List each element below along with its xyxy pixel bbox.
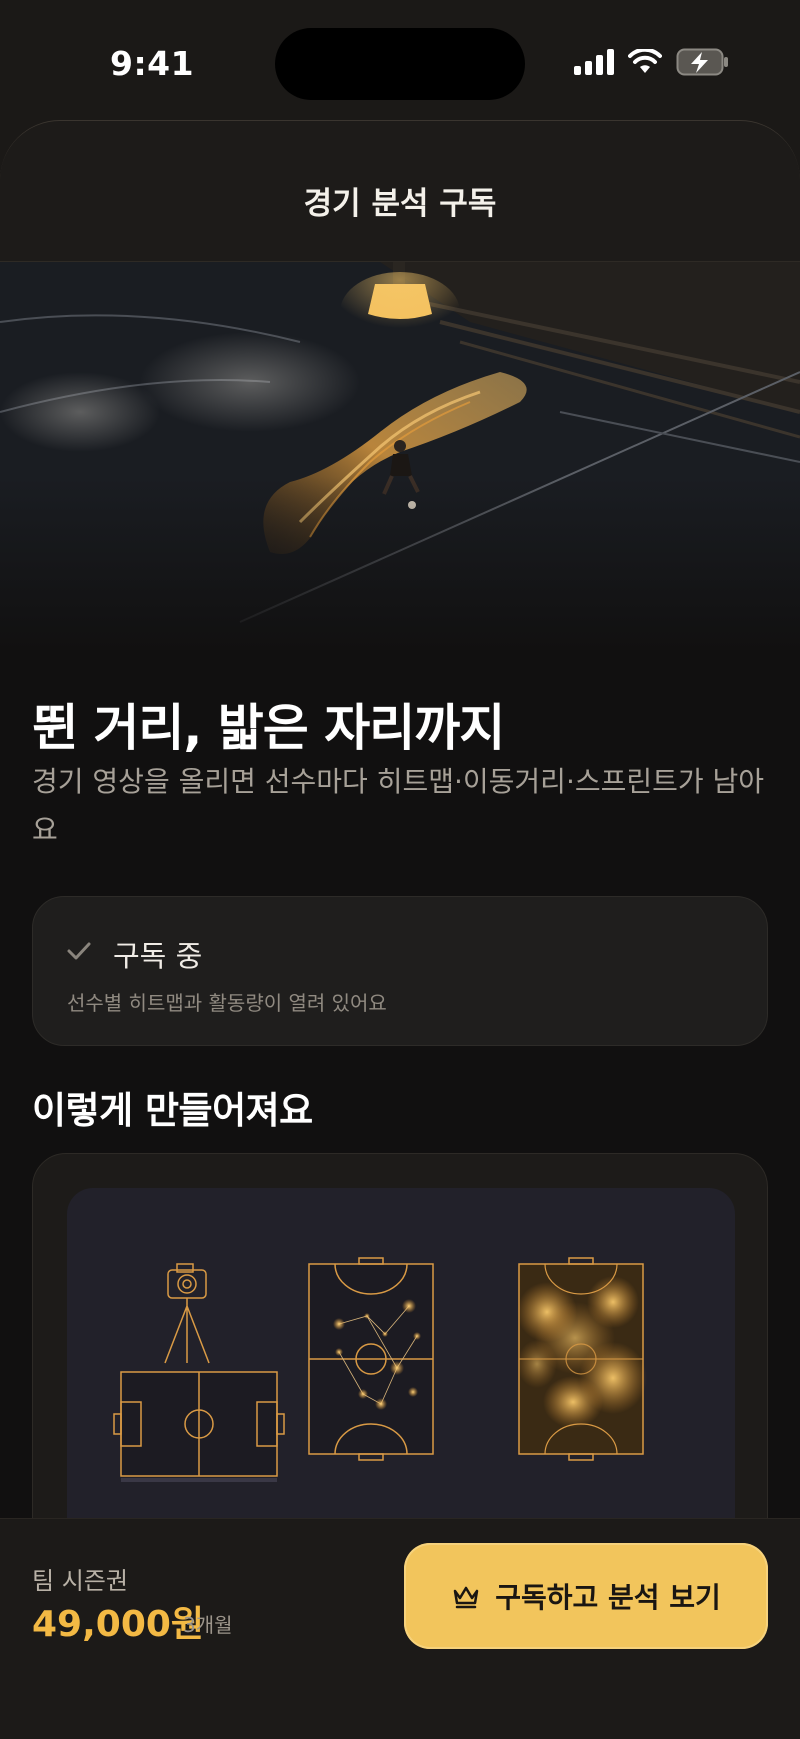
status-bar: 9:41 (0, 0, 800, 120)
status-time: 9:41 (110, 44, 195, 83)
dynamic-island (275, 28, 525, 100)
subscription-status-description: 선수별 히트맵과 활동량이 열려 있어요 (67, 991, 387, 1015)
pitch-heatmap-icon (517, 1257, 647, 1461)
crown-icon (453, 1586, 479, 1609)
page-title: 경기 분석 구독 (303, 186, 497, 222)
subscription-status-card: 구독 중 선수별 히트맵과 활동량이 열려 있어요 (32, 896, 768, 1046)
pitch-tracking-points-icon (308, 1257, 434, 1461)
camera-tripod-pitch-icon (113, 1263, 285, 1482)
hero-image (0, 262, 800, 652)
plan-label: 팀 시즌권 (32, 1567, 128, 1595)
process-section-title: 이렇게 만들어져요 (32, 1089, 313, 1132)
purchase-bar: 팀 시즌권 49,000원 3개월 구독하고 분석 보기 (0, 1518, 800, 1739)
subscribe-button-label: 구독하고 분석 보기 (495, 1581, 721, 1614)
navigation-header: 경기 분석 구독 (0, 120, 800, 262)
battery-charging-icon (676, 48, 728, 76)
wifi-icon (628, 49, 662, 73)
plan-price: 49,000원 (32, 1604, 205, 1645)
plan-period: 3개월 (183, 1613, 233, 1637)
status-icons (574, 48, 730, 76)
check-icon (67, 942, 91, 960)
subscription-status-title: 구독 중 (113, 939, 203, 973)
hero-subline: 경기 영상을 올리면 선수마다 히트맵·이동거리·스프린트가 남아요 (32, 765, 765, 846)
hero-headline: 뛴 거리, 밟은 자리까지 (32, 699, 505, 757)
cellular-signal-icon (574, 49, 614, 75)
subscribe-button[interactable]: 구독하고 분석 보기 (404, 1543, 768, 1649)
